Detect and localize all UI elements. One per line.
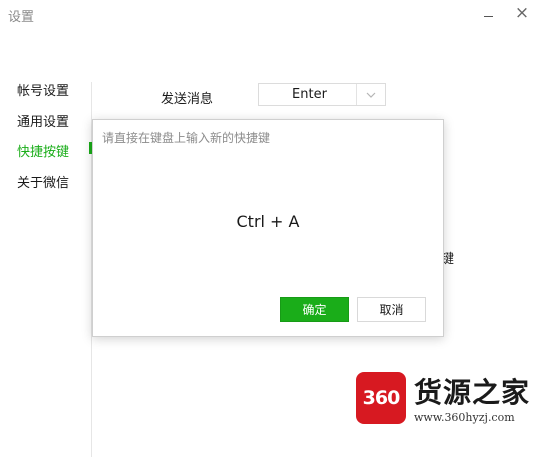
dialog-hint: 请直接在键盘上输入新的快捷键 (102, 131, 271, 145)
confirm-button[interactable]: 确定 (280, 297, 349, 322)
send-message-value: Enter (292, 87, 327, 102)
watermark-logo-text: 360 (362, 387, 401, 409)
sidebar-item-account[interactable]: 帐号设置 (17, 80, 69, 99)
watermark-logo: 360 (356, 372, 406, 424)
send-message-label: 发送消息 (161, 92, 214, 107)
shortcut-keys-display[interactable]: Ctrl + A (93, 212, 443, 231)
watermark-name: 货源之家 (414, 376, 531, 409)
close-icon: × (514, 3, 530, 23)
shortcut-dialog: 请直接在键盘上输入新的快捷键 Ctrl + A 确定 取消 (92, 119, 444, 337)
chevron-down-icon[interactable] (356, 84, 385, 105)
sidebar-item-general[interactable]: 通用设置 (17, 111, 69, 130)
minimize-icon (483, 15, 493, 17)
window-title: 设置 (8, 10, 35, 25)
send-message-select[interactable]: Enter (258, 83, 386, 106)
sidebar-item-about[interactable]: 关于微信 (17, 172, 69, 191)
minimize-button[interactable] (476, 2, 500, 24)
settings-window: 设置 × 帐号设置 通用设置 快捷按键 关于微信 发送消息 Enter 键 请直… (0, 0, 537, 457)
cancel-button[interactable]: 取消 (357, 297, 426, 322)
watermark-url: www.360hyzj.com (414, 411, 515, 424)
sidebar-item-shortcuts[interactable]: 快捷按键 (17, 141, 69, 160)
close-button[interactable]: × (510, 2, 534, 24)
watermark: 360 货源之家 www.360hyzj.com (356, 369, 534, 433)
